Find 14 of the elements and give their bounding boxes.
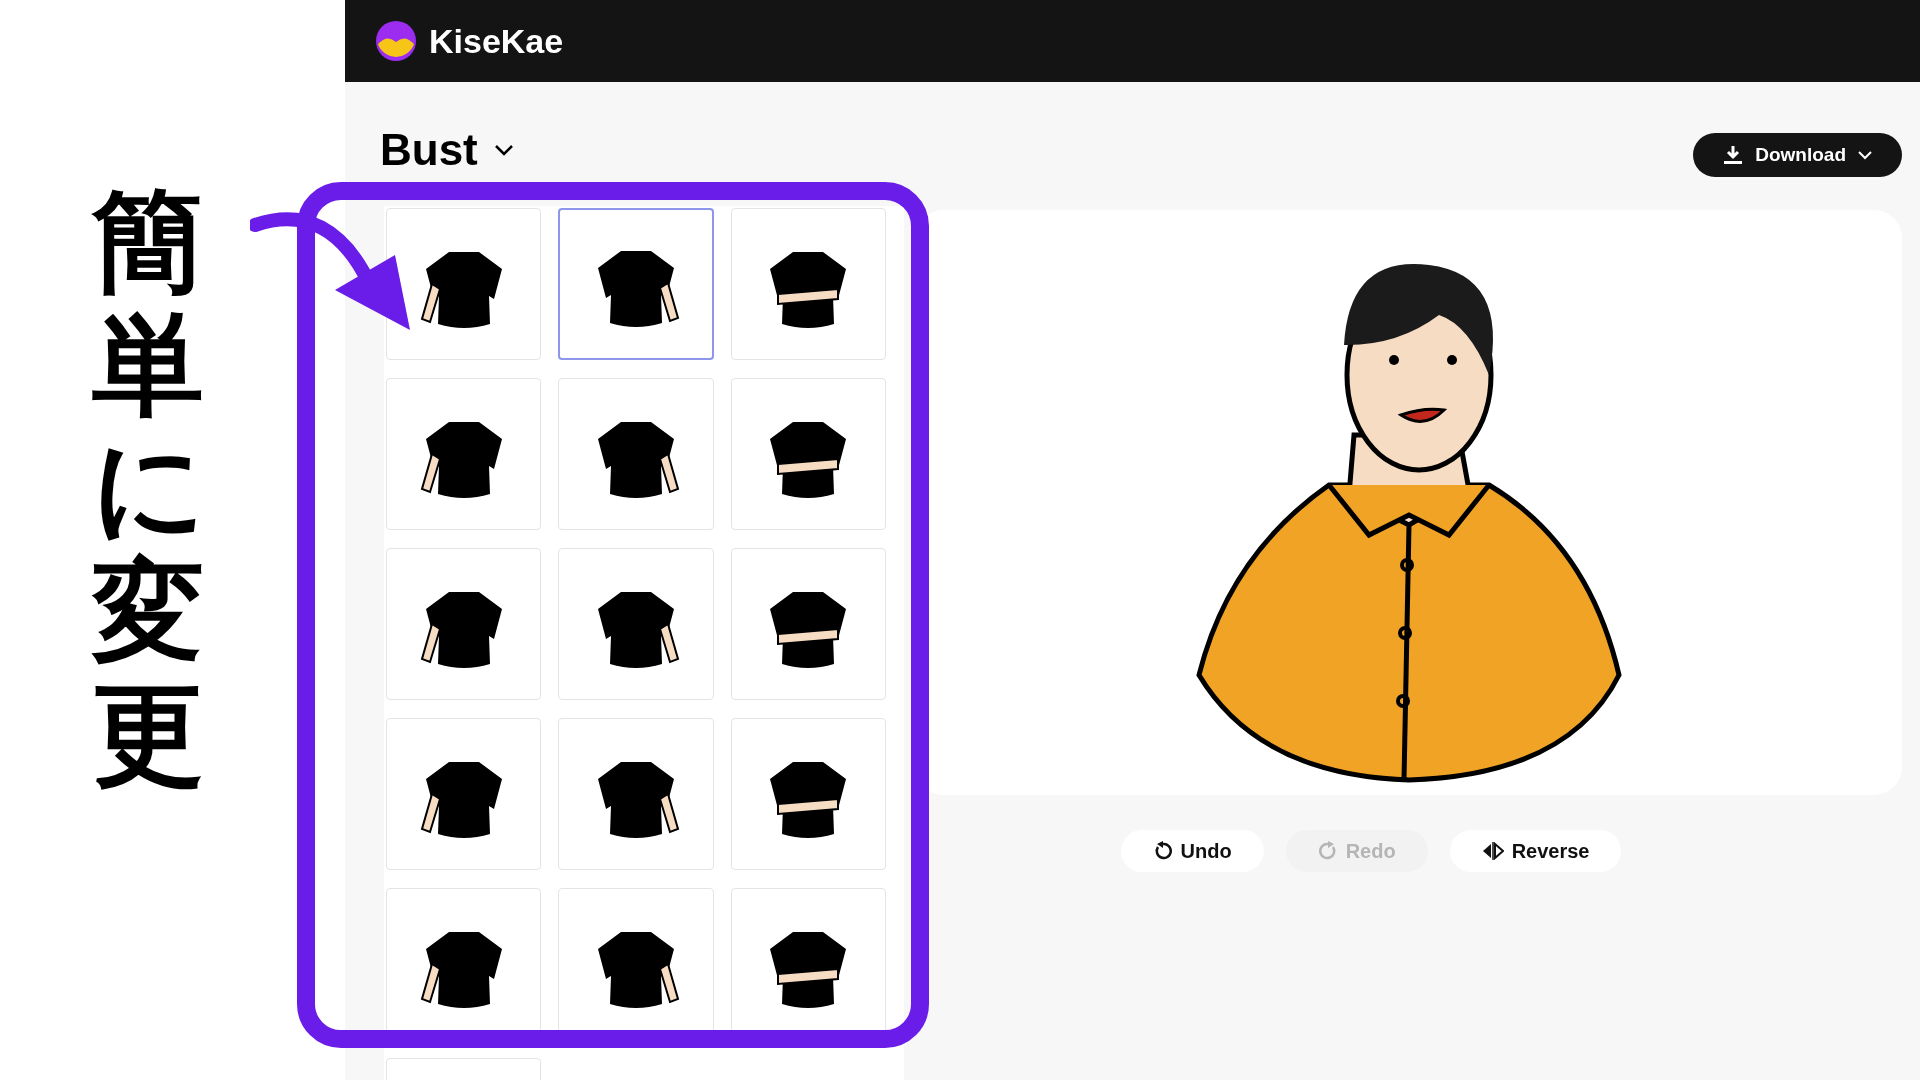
caption-text: 簡単に変更 bbox=[91, 180, 204, 801]
app-name: KiseKae bbox=[429, 20, 564, 62]
download-icon bbox=[1723, 145, 1744, 165]
undo-button[interactable]: Undo bbox=[1120, 830, 1264, 872]
logo-icon bbox=[375, 20, 417, 62]
redo-icon bbox=[1317, 841, 1338, 861]
chevron-down-icon bbox=[493, 144, 514, 156]
pose-card[interactable] bbox=[558, 208, 714, 360]
category-dropdown[interactable]: Bust bbox=[380, 122, 900, 178]
flip-icon bbox=[1481, 842, 1504, 860]
reverse-button[interactable]: Reverse bbox=[1449, 830, 1622, 872]
undo-icon bbox=[1152, 841, 1173, 861]
chevron-down-icon bbox=[1858, 150, 1872, 160]
download-button[interactable]: Download bbox=[1693, 133, 1902, 177]
